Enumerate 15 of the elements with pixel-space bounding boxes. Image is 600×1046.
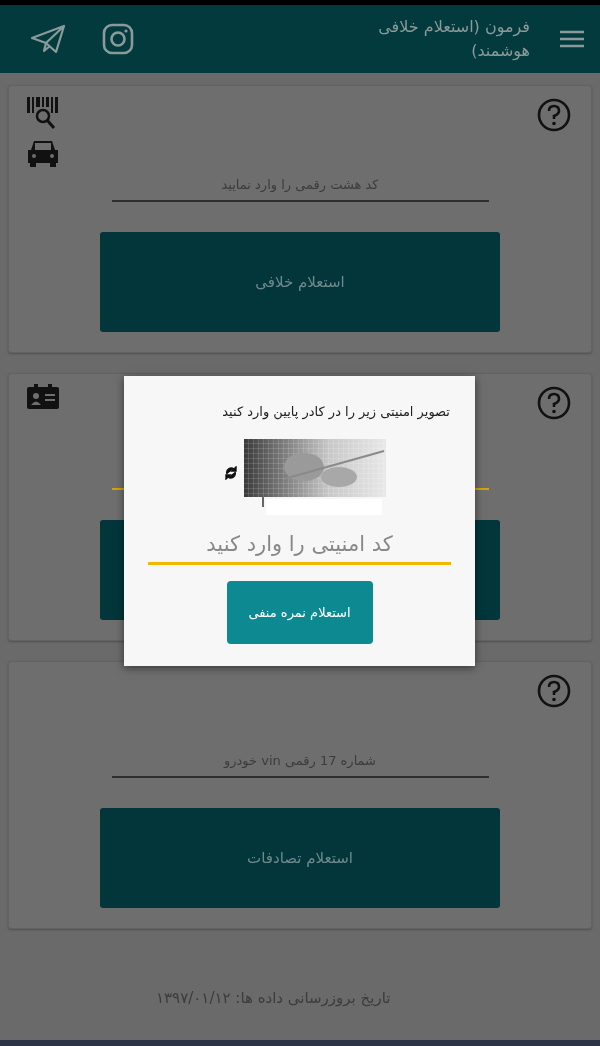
menu-icon[interactable] xyxy=(560,30,584,48)
refresh-icon[interactable] xyxy=(223,466,238,480)
id-card-icon[interactable] xyxy=(26,384,60,410)
camera-icon[interactable] xyxy=(102,23,134,55)
help-icon[interactable] xyxy=(537,386,571,420)
inquiry-button[interactable]: استعلام تصادفات xyxy=(100,808,500,908)
submit-button[interactable]: استعلام نمره منفی xyxy=(226,581,373,644)
help-icon[interactable] xyxy=(537,674,571,708)
inquiry-button[interactable]: استعلام خلافی xyxy=(100,232,500,332)
barcode-search-icon[interactable] xyxy=(26,96,60,130)
dialog-message: تصویر امنیتی زیر را در کادر پایین وارد کنید xyxy=(221,404,451,419)
car-icon[interactable] xyxy=(26,138,60,168)
paper-plane-icon[interactable] xyxy=(30,24,66,54)
help-icon[interactable] xyxy=(537,98,571,132)
app-title: فرمون (استعلام خلافی هوشمند) xyxy=(377,16,530,63)
